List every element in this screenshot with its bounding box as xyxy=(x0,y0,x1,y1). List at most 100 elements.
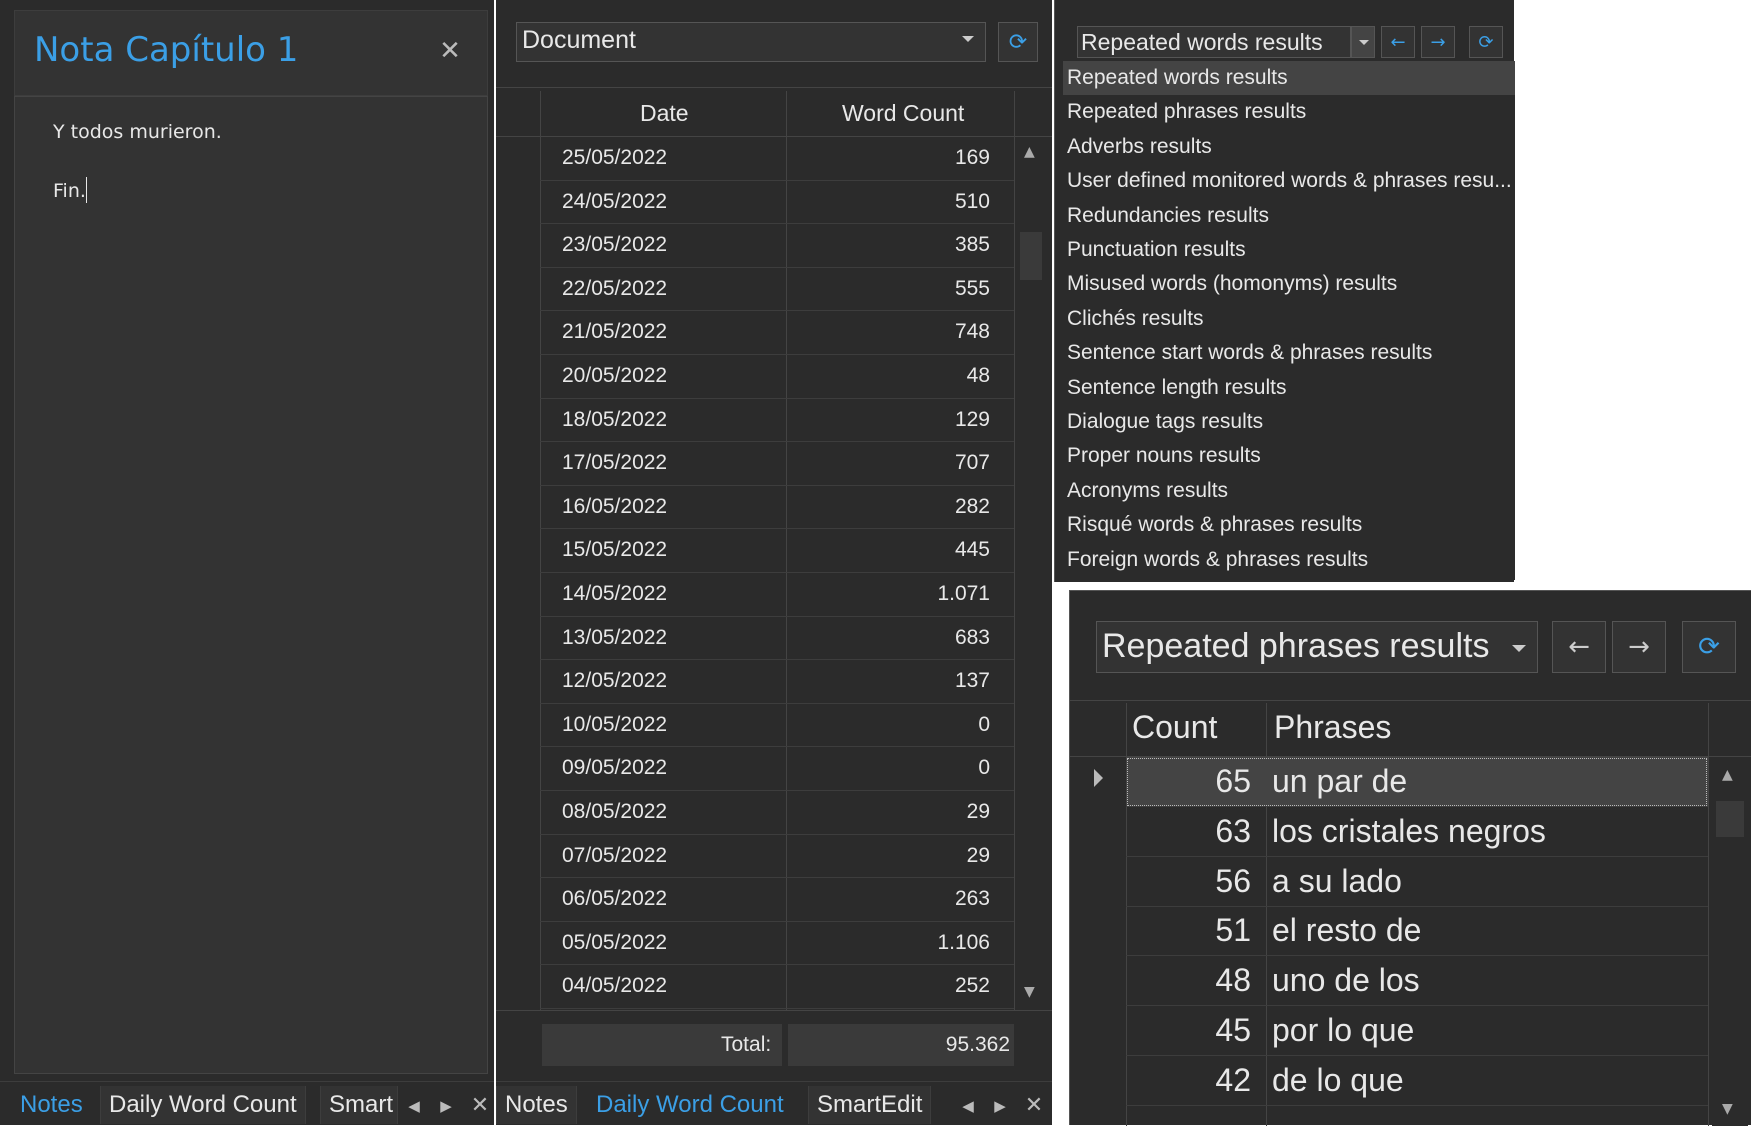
table-row[interactable]: 63 los cristales negros xyxy=(1126,807,1708,857)
word-count-cell: 1.106 xyxy=(937,930,990,954)
column-header-date[interactable]: Date xyxy=(640,100,689,127)
dropdown-option[interactable]: Risqué words & phrases results xyxy=(1063,508,1515,542)
table-row[interactable]: 16/05/2022 282 xyxy=(540,486,1014,530)
tab-daily-word-count[interactable]: Daily Word Count xyxy=(588,1086,792,1124)
table-row[interactable]: 23/05/2022 385 xyxy=(540,224,1014,268)
table-row[interactable]: 65 un par de xyxy=(1126,757,1708,807)
date-cell: 23/05/2022 xyxy=(562,233,668,257)
dropdown-option[interactable]: Redundancies results xyxy=(1063,199,1515,233)
scroll-up-icon[interactable]: ▲ xyxy=(1024,144,1035,160)
tab-daily-word-count[interactable]: Daily Word Count xyxy=(100,1086,306,1124)
table-row[interactable]: 13/05/2022 683 xyxy=(540,617,1014,661)
dropdown-option[interactable]: Acronyms results xyxy=(1063,474,1515,508)
tab-scroll-left-icon[interactable]: ◀ xyxy=(402,1088,426,1124)
scroll-down-icon[interactable]: ▼ xyxy=(1722,1101,1733,1117)
word-count-cell: 707 xyxy=(954,451,990,475)
table-row[interactable]: 04/05/2022 252 xyxy=(540,965,1014,1009)
table-row[interactable]: 42 de lo que xyxy=(1126,1056,1708,1106)
date-cell: 24/05/2022 xyxy=(562,189,668,213)
table-row[interactable]: 56 a su lado xyxy=(1126,857,1708,907)
tab-smartedit[interactable]: SmartEdit xyxy=(808,1086,932,1124)
table-row[interactable]: 08/05/2022 29 xyxy=(540,791,1014,835)
word-count-cell: 445 xyxy=(954,538,990,562)
table-row[interactable]: 14/05/2022 1.071 xyxy=(540,573,1014,617)
scroll-thumb[interactable] xyxy=(1020,232,1042,280)
scroll-up-icon[interactable]: ▲ xyxy=(1722,767,1733,783)
table-row[interactable]: 18/05/2022 129 xyxy=(540,399,1014,443)
arrow-left-icon[interactable]: ← xyxy=(1381,26,1415,58)
chevron-down-icon[interactable] xyxy=(1512,645,1526,652)
dropdown-option[interactable]: Punctuation results xyxy=(1063,233,1515,267)
date-cell: 20/05/2022 xyxy=(562,364,668,387)
dropdown-option[interactable]: Misused words (homonyms) results xyxy=(1063,267,1515,301)
word-count-cell: 29 xyxy=(966,843,990,867)
table-row[interactable]: 21/05/2022 748 xyxy=(540,311,1014,355)
column-header-phrases[interactable]: Phrases xyxy=(1274,709,1391,746)
table-row[interactable]: 07/05/2022 29 xyxy=(540,835,1014,879)
arrow-right-icon[interactable]: → xyxy=(1421,26,1455,58)
text-caret xyxy=(86,177,87,203)
dropdown-option[interactable]: Clichés results xyxy=(1063,302,1515,336)
table-row[interactable]: 09/05/2022 0 xyxy=(540,747,1014,791)
date-cell: 13/05/2022 xyxy=(562,625,668,649)
dropdown-option[interactable]: Proper nouns results xyxy=(1063,439,1515,473)
dropdown-option[interactable]: Foreign words & phrases results xyxy=(1063,543,1515,577)
table-row[interactable]: 24/05/2022 510 xyxy=(540,181,1014,225)
table-row[interactable]: 20/05/2022 48 xyxy=(540,355,1014,399)
table-row[interactable]: 51 el resto de xyxy=(1126,906,1708,957)
tab-close-icon[interactable]: ✕ xyxy=(468,1088,492,1124)
table-row[interactable]: 17/05/2022 707 xyxy=(540,442,1014,486)
count-cell: 51 xyxy=(1215,912,1251,949)
tab-notes[interactable]: Notes xyxy=(12,1086,91,1124)
dropdown-option[interactable]: Repeated words results xyxy=(1063,61,1515,95)
table-row[interactable]: 48 uno de los xyxy=(1126,956,1708,1007)
dropdown-option[interactable]: Sentence length results xyxy=(1063,371,1515,405)
tab-smartedit[interactable]: Smart xyxy=(320,1086,398,1124)
dropdown-option[interactable]: Repeated phrases results xyxy=(1063,95,1515,129)
date-cell: 09/05/2022 xyxy=(562,756,668,780)
table-row[interactable]: 06/05/2022 263 xyxy=(540,878,1014,922)
tab-notes[interactable]: Notes xyxy=(496,1086,577,1124)
word-count-cell: 169 xyxy=(954,146,990,169)
table-row[interactable]: 05/05/2022 1.106 xyxy=(540,922,1014,966)
phrase-cell: los cristales negros xyxy=(1272,812,1546,849)
tab-close-icon[interactable]: ✕ xyxy=(1022,1088,1046,1124)
close-icon[interactable]: ✕ xyxy=(437,38,463,64)
word-count-cell: 129 xyxy=(954,407,990,431)
tab-scroll-right-icon[interactable]: ▶ xyxy=(988,1088,1012,1124)
note-title: Nota Capítulo 1 xyxy=(34,30,299,70)
column-header-word-count[interactable]: Word Count xyxy=(842,100,964,127)
word-count-cell: 282 xyxy=(954,494,990,518)
table-row[interactable]: 12/05/2022 137 xyxy=(540,660,1014,704)
scope-select-value: Document xyxy=(522,26,636,54)
table-row[interactable]: 10/05/2022 0 xyxy=(540,704,1014,748)
tab-scroll-left-icon[interactable]: ◀ xyxy=(956,1088,980,1124)
refresh-icon[interactable]: ⟳ xyxy=(998,22,1038,62)
word-count-panel: Document ⟳ Date Word Count 25/05/2022 169… xyxy=(496,0,1052,1125)
arrow-right-icon[interactable]: → xyxy=(1612,621,1666,673)
word-count-cell: 29 xyxy=(966,800,990,823)
refresh-icon[interactable]: ⟳ xyxy=(1469,26,1503,58)
phrase-cell: uno de los xyxy=(1272,962,1420,999)
column-header-count[interactable]: Count xyxy=(1132,709,1217,746)
date-cell: 17/05/2022 xyxy=(562,451,668,475)
note-editor[interactable] xyxy=(14,96,488,1074)
tab-scroll-right-icon[interactable]: ▶ xyxy=(434,1088,458,1124)
word-count-cell: 0 xyxy=(978,712,990,736)
table-row[interactable]: 22/05/2022 555 xyxy=(540,268,1014,312)
date-cell: 15/05/2022 xyxy=(562,538,668,562)
scroll-down-icon[interactable]: ▼ xyxy=(1024,984,1035,1000)
arrow-left-icon[interactable]: ← xyxy=(1552,621,1606,673)
table-row[interactable]: 25/05/2022 169 xyxy=(540,137,1014,181)
date-cell: 08/05/2022 xyxy=(562,800,668,823)
dropdown-option[interactable]: Dialogue tags results xyxy=(1063,405,1515,439)
table-row[interactable]: 15/05/2022 445 xyxy=(540,529,1014,573)
scroll-thumb[interactable] xyxy=(1716,801,1744,837)
table-row[interactable]: 45 por lo que xyxy=(1126,1006,1708,1056)
refresh-icon[interactable]: ⟳ xyxy=(1682,621,1736,673)
dropdown-option[interactable]: Sentence start words & phrases results xyxy=(1063,336,1515,370)
dropdown-option[interactable]: User defined monitored words & phrases r… xyxy=(1063,164,1515,198)
chevron-down-icon[interactable] xyxy=(962,36,974,42)
dropdown-option[interactable]: Adverbs results xyxy=(1063,130,1515,164)
count-cell: 65 xyxy=(1215,763,1251,799)
